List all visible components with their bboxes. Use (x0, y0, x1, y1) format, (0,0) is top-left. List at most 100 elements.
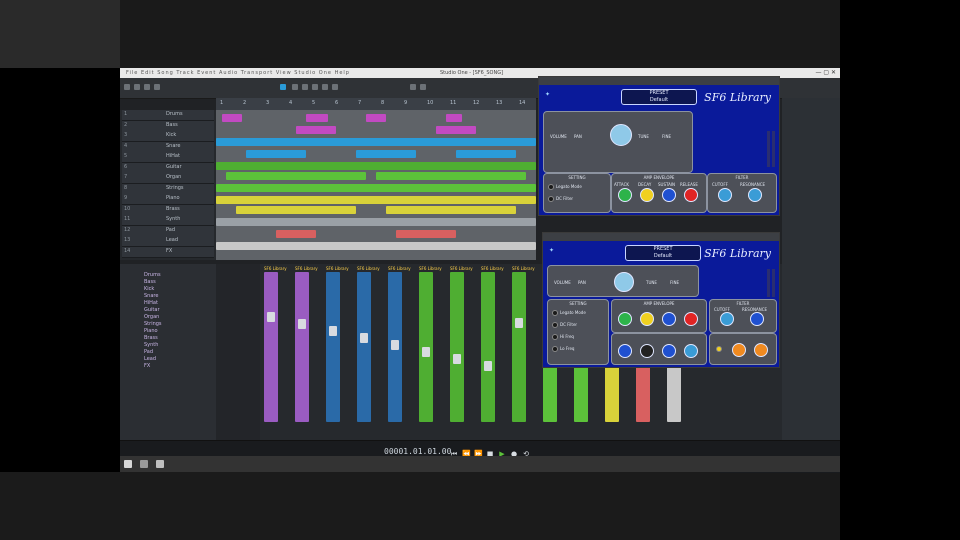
track-header[interactable]: 3 Kick (122, 131, 214, 142)
track-header[interactable]: 8 Strings (122, 183, 214, 195)
setting-panel-2: SETTING Legato Mode DC Filter Hi Freq Lo… (547, 299, 609, 365)
fx-knob-2[interactable] (754, 343, 768, 357)
arrangement-area[interactable] (216, 110, 536, 260)
listen-tool-icon[interactable] (332, 84, 338, 90)
event-clip[interactable] (222, 114, 242, 122)
tune-label-2: TUNE (646, 280, 657, 285)
release-knob[interactable] (684, 188, 698, 202)
zoom-icon[interactable] (420, 84, 426, 90)
event-clip[interactable] (216, 218, 536, 226)
sustain-knob-2[interactable] (662, 312, 676, 326)
event-clip[interactable] (296, 126, 336, 134)
event-clip[interactable] (446, 114, 462, 122)
event-clip[interactable] (386, 206, 516, 214)
mute-tool-icon[interactable] (322, 84, 328, 90)
arrow-tool-icon[interactable] (124, 84, 130, 90)
decay-knob-2[interactable] (640, 312, 654, 326)
select-tool-icon[interactable] (292, 84, 298, 90)
ruler-tick: 13 (496, 100, 503, 106)
track-header[interactable]: 2 Bass (122, 120, 214, 132)
fx-knob-1[interactable] (732, 343, 746, 357)
event-clip[interactable] (246, 150, 306, 158)
track-header[interactable]: 9 Piano (122, 194, 214, 205)
track-header[interactable]: 6 Guitar (122, 162, 214, 174)
event-clip[interactable] (216, 184, 536, 192)
window-controls[interactable]: — ▢ ✕ (815, 68, 836, 78)
preset-selector-2[interactable]: PRESET Default (625, 245, 701, 261)
event-clip[interactable] (436, 126, 476, 134)
setting-led-4[interactable] (552, 346, 558, 352)
track-header[interactable]: 12 Pad (122, 225, 214, 237)
setting-led-3[interactable] (552, 334, 558, 340)
event-clip[interactable] (226, 172, 366, 180)
track-header[interactable]: 7 Organ (122, 173, 214, 184)
preset-label-2: PRESET (653, 246, 673, 252)
track-header[interactable]: 11 Synth (122, 215, 214, 226)
event-clip[interactable] (356, 150, 416, 158)
setting-led-1[interactable] (552, 310, 558, 316)
cutoff-knob[interactable] (718, 188, 732, 202)
track-header[interactable]: 13 Lead (122, 236, 214, 247)
timeline-ruler[interactable]: 1 2 3 4 5 6 7 8 9 10 11 12 13 14 (216, 98, 536, 110)
track-header[interactable]: 4 Snare (122, 141, 214, 153)
mod-knob-1[interactable] (618, 344, 632, 358)
track-header[interactable]: 10 Brass (122, 204, 214, 216)
main-knob-2[interactable] (614, 272, 634, 292)
event-clip[interactable] (216, 138, 536, 146)
channel-fader[interactable] (360, 333, 368, 343)
event-clip[interactable] (236, 206, 356, 214)
channel-fader[interactable] (422, 347, 430, 357)
track-header[interactable]: 5 HiHat (122, 152, 214, 163)
release-knob-2[interactable] (684, 312, 698, 326)
mod-knob-4[interactable] (684, 344, 698, 358)
sustain-knob[interactable] (662, 188, 676, 202)
event-clip[interactable] (276, 230, 316, 238)
channel-fader[interactable] (267, 312, 275, 322)
event-clip[interactable] (216, 196, 536, 204)
resonance-knob[interactable] (748, 188, 762, 202)
pencil-tool-icon[interactable] (134, 84, 140, 90)
channel-fader[interactable] (298, 319, 306, 329)
setting-led-2[interactable] (552, 322, 558, 328)
track-header[interactable]: 14 FX (122, 246, 214, 258)
range-tool-icon[interactable] (302, 84, 308, 90)
plugin-header-2[interactable] (543, 233, 779, 241)
draw-tool-icon[interactable] (312, 84, 318, 90)
event-clip[interactable] (456, 150, 516, 158)
menu-bar[interactable]: File Edit Song Track Event Audio Transpo… (126, 68, 350, 78)
channel-strip (264, 272, 278, 422)
event-clip[interactable] (396, 230, 456, 238)
start-icon[interactable] (124, 460, 132, 468)
mod-knob-3[interactable] (662, 344, 676, 358)
split-tool-icon[interactable] (154, 84, 160, 90)
decay-knob[interactable] (640, 188, 654, 202)
channel-fader[interactable] (453, 354, 461, 364)
preset-selector[interactable]: PRESET Default (621, 89, 697, 105)
channel-fader[interactable] (515, 318, 523, 328)
event-clip[interactable] (216, 162, 536, 170)
quantize-icon[interactable] (410, 84, 416, 90)
channel-fader[interactable] (391, 340, 399, 350)
app-icon[interactable] (156, 460, 164, 468)
snap-icon[interactable] (280, 84, 286, 90)
legato-led[interactable] (548, 184, 554, 190)
main-knob[interactable] (610, 124, 632, 146)
resonance-knob-2[interactable] (750, 312, 764, 326)
dcfilter-led[interactable] (548, 196, 554, 202)
track-header[interactable]: 1 Drums (122, 110, 214, 121)
eraser-tool-icon[interactable] (144, 84, 150, 90)
plugin-header[interactable] (539, 77, 779, 85)
channel-fader[interactable] (484, 361, 492, 371)
channel-fader[interactable] (329, 326, 337, 336)
cutoff-knob-2[interactable] (720, 312, 734, 326)
event-clip[interactable] (376, 172, 526, 180)
browser-item[interactable]: FX (144, 363, 214, 371)
event-clip[interactable] (306, 114, 328, 122)
attack-knob[interactable] (618, 188, 632, 202)
mod-knob-2[interactable] (640, 344, 654, 358)
fx-led[interactable] (716, 346, 722, 352)
event-clip[interactable] (366, 114, 386, 122)
event-clip[interactable] (216, 242, 536, 250)
taskview-icon[interactable] (140, 460, 148, 468)
attack-knob-2[interactable] (618, 312, 632, 326)
